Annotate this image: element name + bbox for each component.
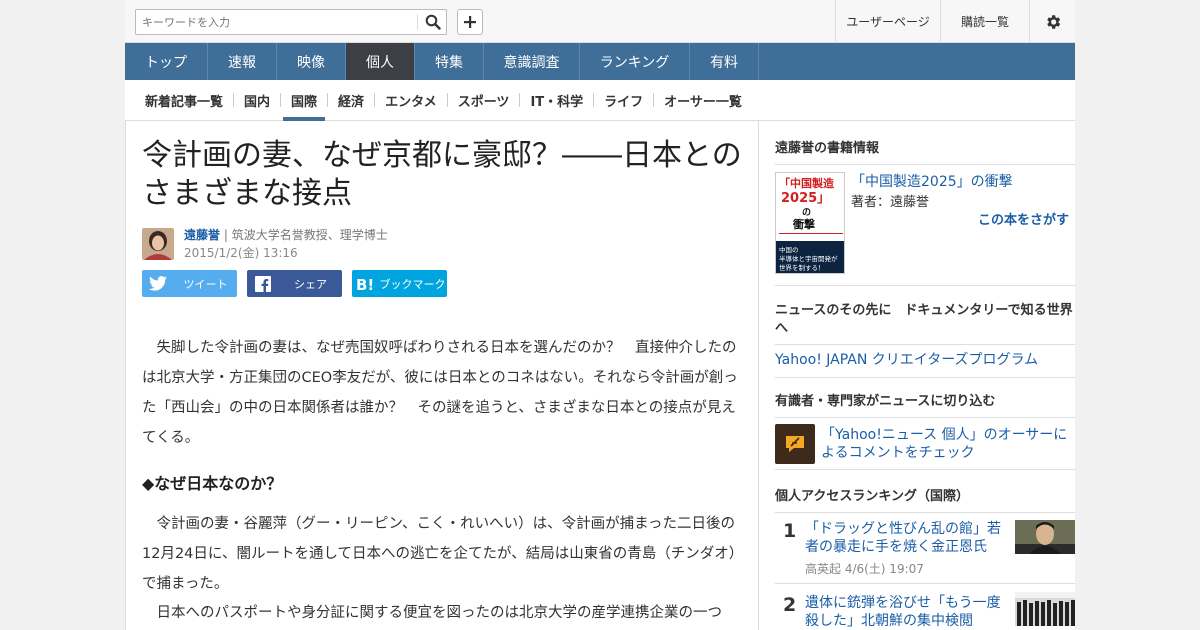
post-date: 2015/1/2(金) 13:16 [184,246,298,260]
rank-title-link[interactable]: 「ドラッグと性びん乱の館」若者の暴走に手を焼く金正恩氏 [805,520,1005,556]
book-info-section: 遠藤誉の書籍情報 「中国製造 2025」 の 衝撃 中国の 半導体と宇宙開発が … [775,140,1075,300]
ranking-section: 個人アクセスランキング（国際） 1 「ドラッグと性びん乱の館」若者の暴走に手を焼… [775,488,1075,630]
facebook-share-label: シェア [294,277,327,291]
ranking-item[interactable]: 2 遺体に銃弾を浴びせ「もう一度殺した」北朝鮮の集中検閲 [775,592,1075,630]
book-info-heading: 遠藤誉の書籍情報 [775,140,1075,165]
search-divider [417,14,418,30]
find-book-link[interactable]: この本をさがす [978,209,1069,228]
subscriptions-link[interactable]: 購読一覧 [940,0,1029,43]
avatar[interactable] [142,228,174,260]
section-heading: ◆なぜ日本なのか？ [142,474,283,493]
gear-icon [1046,14,1060,29]
rank-thumbnail[interactable] [1015,520,1075,554]
category-authors[interactable]: オーサー一覧 [654,80,752,121]
twitter-icon [149,276,167,291]
category-domestic[interactable]: 国内 [234,80,280,121]
nav-top[interactable]: トップ [125,43,208,80]
author-name-link[interactable]: 遠藤誉 [184,228,220,242]
article-paragraph: 日本へのパスポートや身分証に関する便宜を図ったのは北京大学の産学連携企業の一つ [142,605,722,621]
plus-icon [464,16,476,28]
nav-personal[interactable]: 個人 [346,43,415,80]
settings-button[interactable] [1029,0,1075,43]
top-right-links: ユーザーページ 購読一覧 [835,0,1075,43]
nav-ranking[interactable]: ランキング [580,43,690,80]
rank-meta: 高英起 4/6(土) 19:07 [805,562,924,576]
article-main: 令計画の妻、なぜ京都に豪邸？――日本とのさまざまな接点 遠藤誉 | 筑波大学名誉… [125,121,759,630]
rank-thumbnail[interactable] [1015,592,1075,626]
top-bar: ユーザーページ 購読一覧 [125,0,1075,43]
article-paragraph: 失脚した令計画の妻は、なぜ売国奴呼ばわりされる日本を選んだのか？ 直接仲介したの… [142,340,738,446]
main-nav: トップ 速報 映像 個人 特集 意識調査 ランキング 有料 [125,43,1075,80]
cover-title-line1: 「中国製造 [779,176,835,190]
hatena-bookmark-label: ブックマーク [379,277,446,291]
author-title: | 筑波大学名誉教授、理学博士 [223,228,388,242]
category-entertainment[interactable]: エンタメ [375,80,447,121]
tweet-label: ツイート [183,277,228,291]
experts-section: 有識者・専門家がニュースに切り込む 「Yahoo!ニュース 個人」のオーサーによ… [775,393,1075,470]
add-button[interactable] [457,9,483,35]
category-nav: 新着記事一覧 国内 国際 経済 エンタメ スポーツ IT・科学 ライフ オーサー… [125,80,1075,121]
nav-video[interactable]: 映像 [277,43,346,80]
facebook-share-button[interactable]: シェア [247,270,342,297]
ranking-heading: 個人アクセスランキング（国際） [775,488,1075,513]
search-icon [425,14,441,30]
facebook-icon [255,275,271,292]
search-box [135,9,447,35]
nav-survey[interactable]: 意識調査 [484,43,580,80]
documentary-heading: ニュースのその先に ドキュメンタリーで知る世界へ [775,302,1075,345]
nav-features[interactable]: 特集 [415,43,484,80]
book-author: 著者：遠藤誉 [851,195,930,210]
svg-text:B!: B! [356,276,374,292]
rank-title-link[interactable]: 遺体に銃弾を浴びせ「もう一度殺した」北朝鮮の集中検閲 [805,594,1005,630]
tweet-button[interactable]: ツイート [142,270,237,297]
experts-link-row[interactable]: 「Yahoo!ニュース 個人」のオーサーによるコメントをチェック [775,418,1075,470]
search-input[interactable] [142,10,412,34]
article-title: 令計画の妻、なぜ京都に豪邸？――日本とのさまざまな接点 [142,138,742,211]
category-life[interactable]: ライフ [594,80,653,121]
nav-paid[interactable]: 有料 [690,43,759,80]
feather-icon [775,424,815,464]
documentary-section: ニュースのその先に ドキュメンタリーで知る世界へ Yahoo! JAPAN クリ… [775,285,1075,378]
experts-link[interactable]: 「Yahoo!ニュース 個人」のオーサーによるコメントをチェック [821,426,1071,462]
search-button[interactable] [420,10,446,34]
author-info: 遠藤誉 | 筑波大学名誉教授、理学博士 [184,228,388,243]
hatena-bookmark-button[interactable]: B! ブックマーク [352,270,447,297]
book-cover[interactable]: 「中国製造 2025」 の 衝撃 中国の 半導体と宇宙開発が 世界を制する！ [775,172,845,274]
hatena-icon: B! [356,276,374,292]
rank-number: 2 [783,594,797,616]
user-page-link[interactable]: ユーザーページ [835,0,940,43]
creators-program-link[interactable]: Yahoo! JAPAN クリエイターズプログラム [775,345,1075,378]
sidebar: 遠藤誉の書籍情報 「中国製造 2025」 の 衝撃 中国の 半導体と宇宙開発が … [759,121,1075,630]
nav-breaking[interactable]: 速報 [208,43,277,80]
category-sports[interactable]: スポーツ [448,80,520,121]
experts-heading: 有識者・専門家がニュースに切り込む [775,393,1075,418]
ranking-item[interactable]: 1 「ドラッグと性びん乱の館」若者の暴走に手を焼く金正恩氏 高英起 4/6(土)… [775,518,1075,584]
category-latest[interactable]: 新着記事一覧 [135,80,233,121]
book-title-link[interactable]: 「中国製造2025」の衝撃 [851,171,1013,191]
rank-number: 1 [783,520,797,542]
category-international[interactable]: 国際 [281,80,327,121]
cover-title-line2: 2025」 [781,191,830,206]
article-paragraph: 令計画の妻・谷麗萍（グー・リーピン、こく・れいへい）は、令計画が捕まった二日後の… [142,516,744,592]
category-economy[interactable]: 経済 [328,80,374,121]
cover-title-line4: 衝撃 [792,217,815,231]
category-it-science[interactable]: IT・科学 [520,80,593,121]
cover-title-line3: の [802,207,811,218]
